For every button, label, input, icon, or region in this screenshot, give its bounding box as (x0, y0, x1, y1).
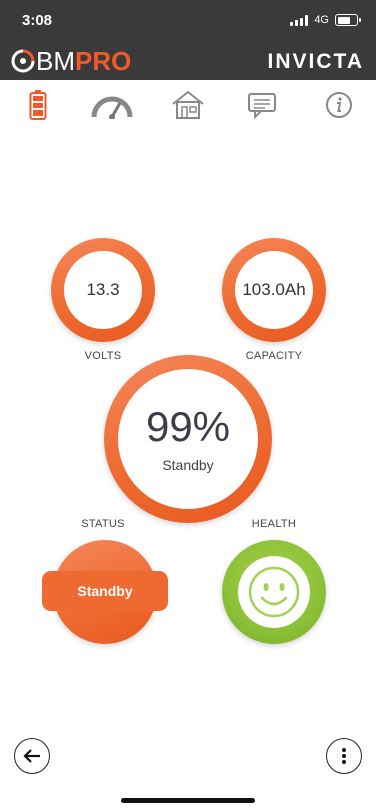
house-icon (172, 90, 204, 119)
more-button[interactable] (326, 738, 362, 774)
charge-percent: 99% (145, 403, 231, 450)
product-name: INVICTA (267, 50, 364, 73)
tab-messages[interactable] (240, 88, 284, 122)
capacity-gauge: 103.0Ah (222, 238, 326, 342)
status-indicators: 4G (290, 14, 361, 26)
smiley-face-icon (248, 566, 300, 618)
logo-swirl-icon (11, 49, 35, 73)
back-arrow-icon (23, 749, 40, 763)
tab-info[interactable] (317, 88, 361, 122)
info-icon (326, 92, 352, 118)
charge-state: Standby (162, 457, 214, 473)
status-bar: 3:08 4G (0, 0, 376, 44)
gauge-icon (91, 96, 133, 119)
capacity-label: CAPACITY (245, 350, 303, 362)
health-indicator (222, 540, 326, 644)
logo-text-pro: PRO (75, 46, 132, 76)
tab-battery[interactable] (16, 88, 60, 122)
battery-status-icon (335, 14, 361, 26)
more-vertical-icon (342, 748, 346, 764)
back-button[interactable] (14, 738, 50, 774)
app-header: BM PRO INVICTA (0, 44, 376, 80)
logo-text-bm: BM (36, 46, 75, 76)
volts-gauge: 13.3 (51, 238, 155, 342)
battery-icon (29, 90, 47, 120)
tab-gauge[interactable] (90, 88, 134, 122)
signal-icon (290, 14, 309, 26)
charge-gauge: 99% Standby (104, 355, 272, 523)
bmpro-logo: BM PRO (10, 47, 131, 75)
message-icon (248, 93, 276, 119)
status-time: 3:08 (22, 12, 53, 29)
tab-bar (0, 82, 376, 126)
volts-value: 13.3 (86, 280, 120, 299)
capacity-value: 103.0Ah (242, 280, 306, 299)
home-indicator (121, 798, 255, 803)
status-value: Standby (77, 583, 133, 599)
network-type: 4G (314, 14, 329, 26)
health-label: HEALTH (251, 518, 297, 530)
volts-label: VOLTS (84, 350, 122, 362)
status-label: STATUS (81, 518, 125, 530)
tab-house[interactable] (166, 88, 210, 122)
